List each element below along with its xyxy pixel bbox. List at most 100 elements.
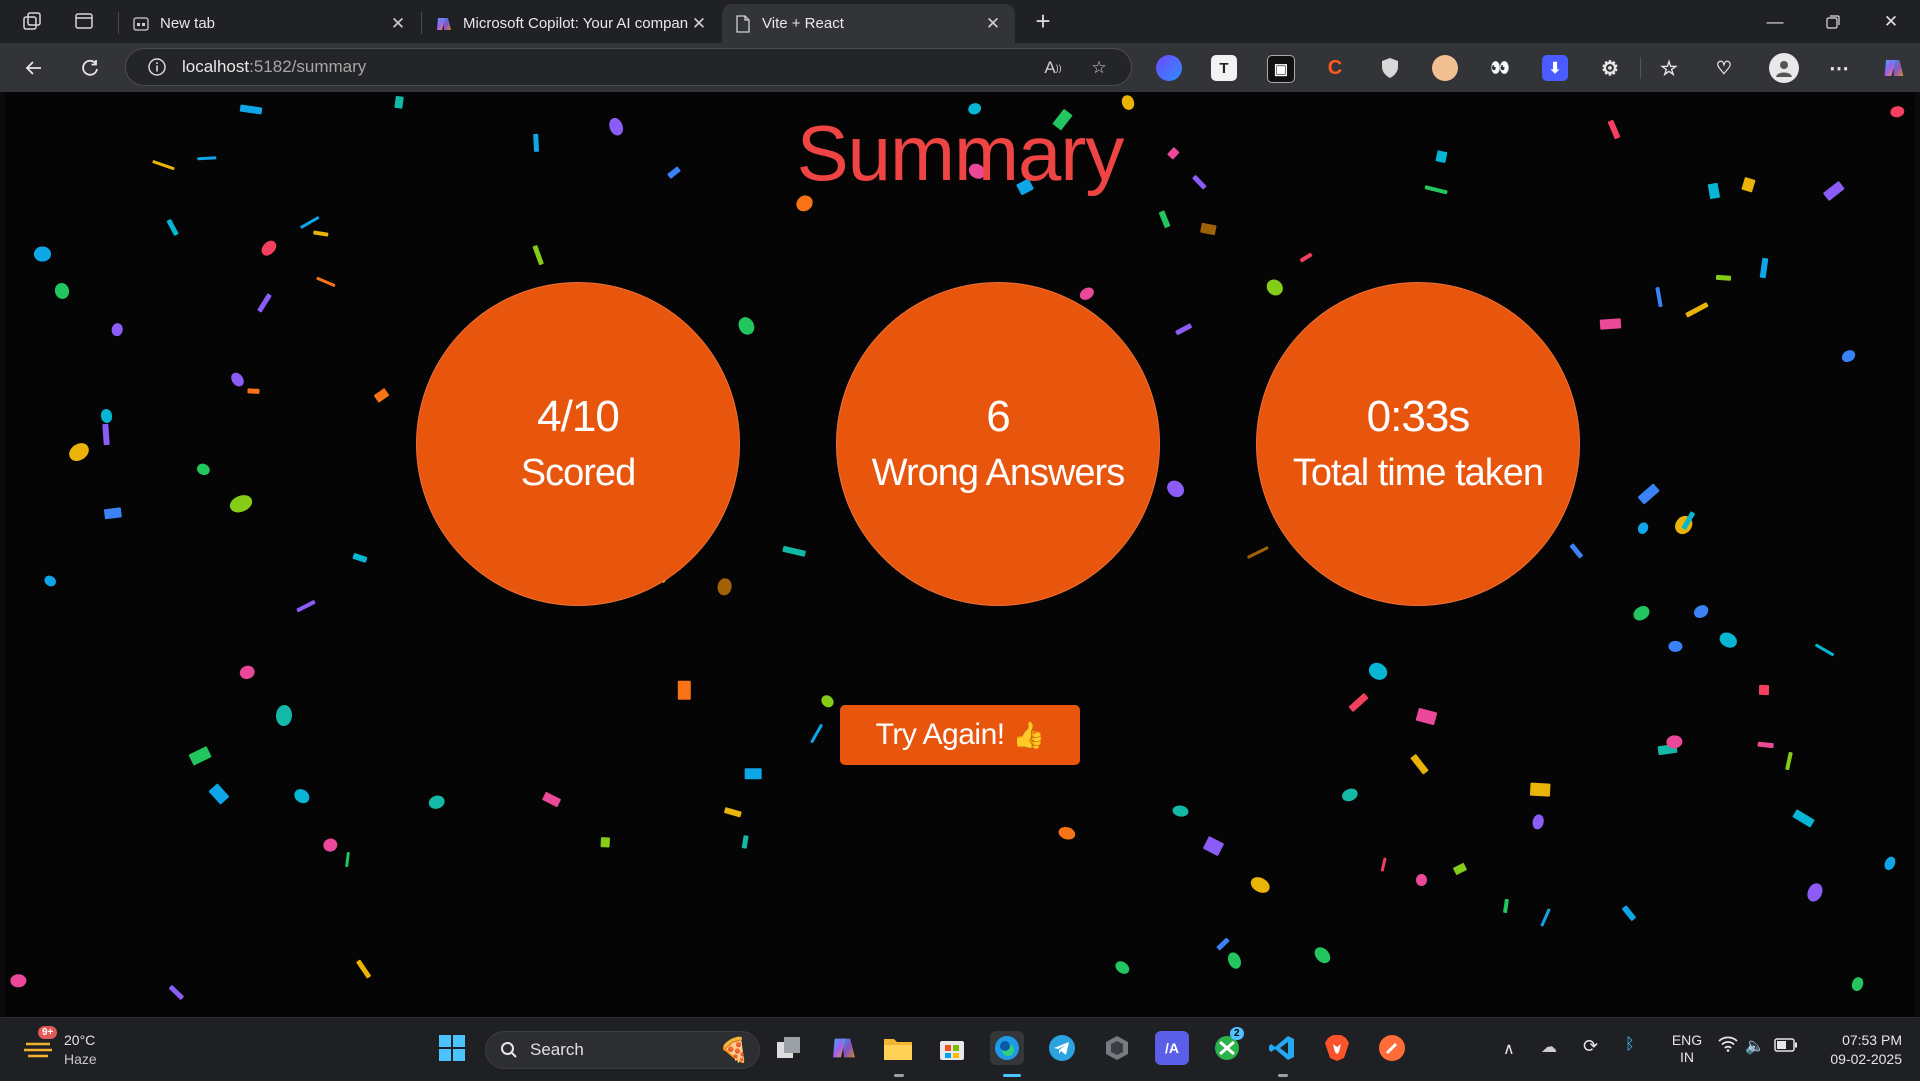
site-info-icon[interactable] <box>146 56 168 78</box>
confetti-piece <box>1716 629 1739 651</box>
copilot-icon[interactable] <box>1881 55 1907 81</box>
close-tab-icon[interactable]: ✕ <box>388 14 408 34</box>
copilot-app-icon[interactable] <box>827 1031 861 1065</box>
try-again-button[interactable]: Try Again! 👍 <box>840 705 1080 765</box>
postman-icon[interactable] <box>1375 1031 1409 1065</box>
confetti-piece <box>1666 734 1684 750</box>
telegram-icon[interactable] <box>1045 1031 1079 1065</box>
show-hidden-icons[interactable]: ∧ <box>1503 1039 1515 1059</box>
confetti-piece <box>238 663 257 682</box>
tab-title: Vite + React <box>762 15 844 32</box>
confetti-piece <box>291 785 313 806</box>
confetti-piece <box>1224 949 1243 971</box>
confetti-piece <box>228 369 247 389</box>
file-explorer-icon[interactable] <box>881 1031 915 1065</box>
brave-icon[interactable] <box>1320 1031 1354 1065</box>
confetti-piece <box>299 216 320 230</box>
confetti-piece <box>1715 273 1732 281</box>
confetti-piece <box>1503 898 1510 913</box>
edge-icon[interactable] <box>990 1031 1024 1065</box>
eyes-extension-icon[interactable]: 👀 <box>1487 55 1513 81</box>
confetti-piece <box>66 440 93 465</box>
download-extension-icon[interactable]: ⬇ <box>1542 55 1568 81</box>
read-aloud-icon[interactable]: A)) <box>1041 56 1065 80</box>
taskbar-search[interactable]: Search 🍕 <box>485 1031 760 1069</box>
confetti-piece <box>735 314 757 338</box>
battery-icon[interactable] <box>1774 1038 1798 1055</box>
url-text[interactable]: localhost:5182/summary <box>182 57 366 77</box>
vscode-icon[interactable] <box>1265 1031 1299 1065</box>
confetti-piece <box>1057 825 1077 842</box>
confetti-piece <box>1599 318 1621 331</box>
workspaces-icon[interactable] <box>14 6 50 36</box>
confetti-piece <box>1380 857 1387 872</box>
confetti-piece <box>259 238 280 259</box>
avatar-extension-icon[interactable] <box>1432 55 1458 81</box>
confetti-piece <box>1531 812 1545 831</box>
confetti-piece <box>1203 835 1225 856</box>
confetti-piece <box>1691 602 1711 621</box>
xbox-icon[interactable]: 2 <box>1210 1027 1244 1065</box>
new-tab-plus-icon[interactable]: + <box>1025 6 1061 36</box>
wrong-answers-value: 6 <box>986 391 1011 441</box>
start-icon[interactable] <box>435 1031 469 1065</box>
vertical-tabs-icon[interactable] <box>66 6 102 36</box>
store-icon[interactable] <box>935 1031 969 1065</box>
close-window-icon[interactable]: ✕ <box>1862 0 1920 43</box>
c-extension-icon[interactable]: C <box>1322 55 1348 81</box>
toolbar-separator <box>1640 57 1641 79</box>
confetti-piece <box>541 791 561 808</box>
confetti-piece <box>103 507 123 520</box>
confetti-piece <box>1452 862 1467 875</box>
confetti-piece <box>1759 684 1770 695</box>
new-tab-page-icon <box>132 15 150 33</box>
volume-icon[interactable]: 🔈 <box>1745 1036 1765 1056</box>
clock[interactable]: 07:53 PM 09-02-2025 <box>1816 1031 1902 1069</box>
bluetooth-icon[interactable]: ᛒ <box>1625 1036 1635 1054</box>
close-tab-icon[interactable]: ✕ <box>689 14 709 34</box>
running-indicator <box>894 1074 904 1077</box>
confetti-piece <box>1172 804 1190 818</box>
health-icon[interactable]: ♡ <box>1711 55 1737 81</box>
favorite-star-icon[interactable]: ☆ <box>1087 56 1111 80</box>
close-tab-icon[interactable]: ✕ <box>983 14 1003 34</box>
confetti-piece <box>208 783 230 805</box>
confetti-piece <box>257 293 273 314</box>
confetti-piece <box>1839 347 1858 365</box>
confetti-piece <box>42 573 58 589</box>
puzzle-extensions-icon[interactable]: ⚙ <box>1597 55 1623 81</box>
wifi-icon[interactable] <box>1718 1036 1738 1057</box>
confetti-piece <box>1410 753 1429 775</box>
tab-vite-react[interactable]: Vite + React ✕ <box>722 4 1015 43</box>
url-host: localhost <box>182 57 250 76</box>
task-view-icon[interactable] <box>772 1031 806 1065</box>
confetti-piece <box>532 245 544 266</box>
shield-icon[interactable] <box>1377 55 1403 81</box>
refresh-icon[interactable] <box>72 50 108 86</box>
tab-new-tab[interactable]: New tab ✕ <box>120 4 420 43</box>
proton-vpn-icon[interactable] <box>1156 55 1182 81</box>
confetti-piece <box>322 836 340 853</box>
tab-extension-icon[interactable]: ▣ <box>1267 55 1295 83</box>
profile-icon[interactable] <box>1769 53 1799 83</box>
onedrive-icon[interactable]: ☁ <box>1541 1037 1557 1057</box>
tab-title: New tab <box>160 15 216 32</box>
confetti-piece <box>1348 692 1369 712</box>
confetti-piece <box>1175 323 1193 337</box>
restore-icon[interactable] <box>1804 0 1862 43</box>
confetti-piece <box>1248 873 1273 896</box>
address-bar[interactable]: localhost:5182/summary A)) ☆ <box>125 48 1132 86</box>
t-extension-icon[interactable]: T <box>1211 55 1237 81</box>
minimize-icon[interactable]: — <box>1746 0 1804 43</box>
favorites-icon[interactable]: ☆ <box>1656 55 1682 81</box>
confetti-piece <box>275 704 293 727</box>
clock-date: 09-02-2025 <box>1830 1051 1902 1067</box>
tab-copilot[interactable]: Microsoft Copilot: Your AI compan ✕ <box>423 4 721 43</box>
sync-icon[interactable]: ⟳ <box>1583 1036 1598 1057</box>
visual-studio-icon[interactable]: /A <box>1155 1031 1189 1065</box>
weather-widget[interactable]: 9+ <box>22 1026 58 1066</box>
more-icon[interactable]: ⋯ <box>1826 55 1852 81</box>
language-indicator[interactable]: ENG IN <box>1667 1032 1707 1066</box>
back-arrow-icon[interactable] <box>16 50 52 86</box>
github-desktop-icon[interactable] <box>1100 1031 1134 1065</box>
